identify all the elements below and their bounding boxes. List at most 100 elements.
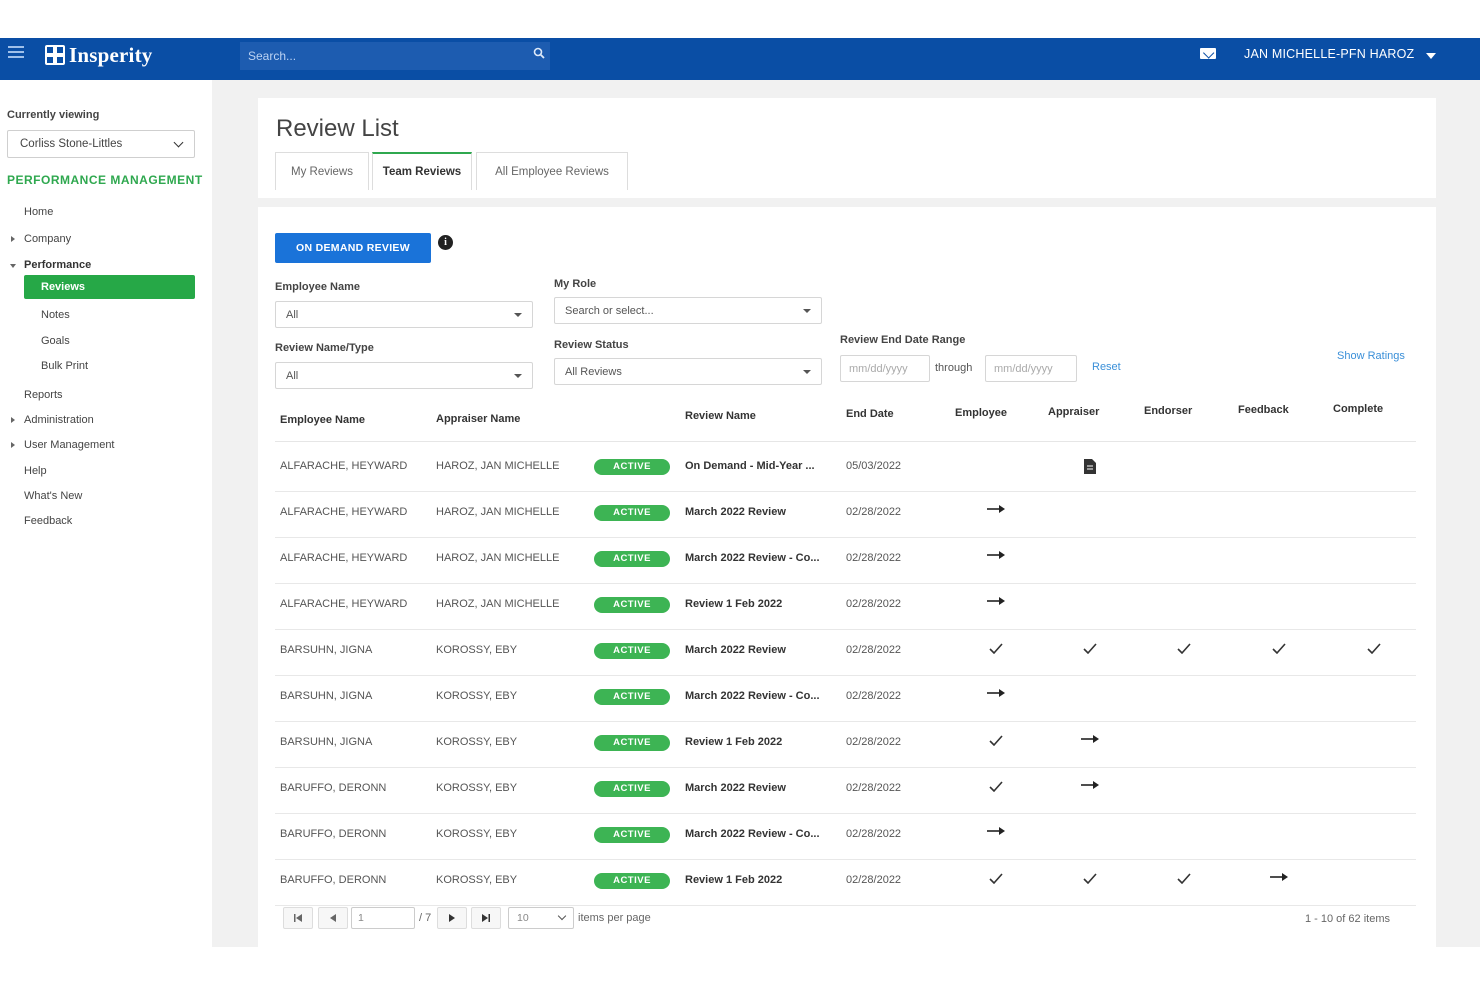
- sidebar-item-reports[interactable]: Reports: [24, 389, 63, 401]
- reset-link[interactable]: Reset: [1092, 361, 1121, 373]
- employee-step-arrow-icon[interactable]: [986, 501, 1006, 523]
- employee-name-filter-select[interactable]: All: [275, 301, 533, 328]
- sidebar-item-home[interactable]: Home: [24, 206, 53, 218]
- caret-right-icon[interactable]: [11, 442, 15, 448]
- appraiser-step-arrow-icon[interactable]: [1080, 731, 1100, 753]
- employee-step-arrow-icon[interactable]: [986, 823, 1006, 845]
- employee-name-cell[interactable]: BARSUHN, JIGNA: [280, 690, 372, 702]
- on-demand-review-button[interactable]: ON DEMAND REVIEW: [275, 233, 431, 263]
- table-row[interactable]: ALFARACHE, HEYWARD HAROZ, JAN MICHELLE ACT…: [275, 445, 1416, 492]
- appraiser-name-cell: HAROZ, JAN MICHELLE: [436, 598, 560, 610]
- last-page-button[interactable]: [471, 907, 501, 929]
- sidebar-item-goals[interactable]: Goals: [41, 335, 70, 347]
- review-name-link[interactable]: March 2022 Review: [685, 782, 786, 794]
- employee-name-cell[interactable]: ALFARACHE, HEYWARD: [280, 552, 407, 564]
- tab-all-employee-reviews[interactable]: All Employee Reviews: [476, 152, 628, 190]
- table-row[interactable]: BARUFFO, DERONN KOROSSY, EBY ACTIVE Review …: [275, 859, 1416, 906]
- info-icon[interactable]: i: [438, 235, 453, 250]
- review-name-link[interactable]: March 2022 Review: [685, 506, 786, 518]
- sidebar-item-user-management[interactable]: User Management: [24, 439, 115, 451]
- column-header-end-date[interactable]: End Date: [846, 408, 894, 420]
- review-name-type-filter-select[interactable]: All: [275, 362, 533, 389]
- review-status-filter-select[interactable]: All Reviews: [554, 358, 822, 385]
- date-to-input[interactable]: [985, 355, 1077, 382]
- sidebar-item-bulk-print[interactable]: Bulk Print: [41, 360, 88, 372]
- employee-name-cell[interactable]: BARSUHN, JIGNA: [280, 736, 372, 748]
- review-name-link[interactable]: March 2022 Review: [685, 644, 786, 656]
- insperity-logo[interactable]: Insperity: [45, 42, 152, 68]
- table-row[interactable]: BARSUHN, JIGNA KOROSSY, EBY ACTIVE March 20…: [275, 675, 1416, 722]
- dropdown-caret-icon: [514, 312, 522, 317]
- column-header-appraiser-name[interactable]: Appraiser Name: [436, 413, 520, 425]
- employee-name-cell[interactable]: ALFARACHE, HEYWARD: [280, 598, 407, 610]
- appraiser-name-cell: HAROZ, JAN MICHELLE: [436, 552, 560, 564]
- column-header-endorser-step[interactable]: Endorser: [1144, 405, 1192, 417]
- review-name-link[interactable]: Review 1 Feb 2022: [685, 874, 782, 886]
- table-row[interactable]: BARSUHN, JIGNA KOROSSY, EBY ACTIVE Review 1…: [275, 721, 1416, 768]
- column-header-appraiser-step[interactable]: Appraiser: [1048, 406, 1099, 418]
- employee-step-arrow-icon[interactable]: [986, 593, 1006, 615]
- employee-name-cell[interactable]: BARUFFO, DERONN: [280, 782, 386, 794]
- end-date-cell: 02/28/2022: [846, 782, 902, 794]
- caret-down-icon[interactable]: [10, 264, 16, 268]
- appraiser-step-document-icon[interactable]: [1080, 455, 1100, 477]
- table-row[interactable]: ALFARACHE, HEYWARD HAROZ, JAN MICHELLE ACT…: [275, 537, 1416, 584]
- sidebar-item-help[interactable]: Help: [24, 465, 47, 477]
- tab-team-reviews[interactable]: Team Reviews: [372, 152, 472, 190]
- table-row[interactable]: ALFARACHE, HEYWARD HAROZ, JAN MICHELLE ACT…: [275, 491, 1416, 538]
- end-date-cell: 02/28/2022: [846, 552, 902, 564]
- column-header-employee-name[interactable]: Employee Name: [280, 414, 365, 426]
- employee-step-arrow-icon[interactable]: [986, 685, 1006, 707]
- employee-name-cell[interactable]: BARSUHN, JIGNA: [280, 644, 372, 656]
- sidebar-item-performance[interactable]: Performance: [24, 259, 91, 271]
- review-name-link[interactable]: March 2022 Review - Co...: [685, 552, 820, 564]
- search-icon[interactable]: [533, 47, 545, 59]
- previous-page-button[interactable]: [318, 907, 348, 929]
- sidebar-item-administration[interactable]: Administration: [24, 414, 94, 426]
- mail-icon[interactable]: [1200, 48, 1216, 59]
- review-status-filter-label: Review Status: [554, 339, 629, 351]
- review-name-link[interactable]: March 2022 Review - Co...: [685, 690, 820, 702]
- employee-name-cell[interactable]: BARUFFO, DERONN: [280, 828, 386, 840]
- caret-right-icon[interactable]: [11, 236, 15, 242]
- employee-name-cell[interactable]: BARUFFO, DERONN: [280, 874, 386, 886]
- table-row[interactable]: ALFARACHE, HEYWARD HAROZ, JAN MICHELLE ACT…: [275, 583, 1416, 630]
- sidebar-item-reviews[interactable]: Reviews: [24, 275, 195, 299]
- column-header-complete-step[interactable]: Complete: [1333, 403, 1383, 415]
- hamburger-menu-icon[interactable]: [8, 46, 24, 60]
- column-header-employee-step[interactable]: Employee: [955, 407, 1007, 419]
- status-badge: ACTIVE: [594, 827, 670, 843]
- review-name-link[interactable]: On Demand - Mid-Year ...: [685, 460, 815, 472]
- status-badge: ACTIVE: [594, 873, 670, 889]
- table-row[interactable]: BARSUHN, JIGNA KOROSSY, EBY ACTIVE March 20…: [275, 629, 1416, 676]
- my-role-filter-select[interactable]: Search or select...: [554, 297, 822, 324]
- first-page-button[interactable]: [283, 907, 313, 929]
- show-ratings-link[interactable]: Show Ratings: [1337, 350, 1405, 362]
- table-row[interactable]: BARUFFO, DERONN KOROSSY, EBY ACTIVE March 2…: [275, 767, 1416, 814]
- sidebar-item-notes[interactable]: Notes: [41, 309, 70, 321]
- sidebar-item-feedback[interactable]: Feedback: [24, 515, 72, 527]
- date-from-input[interactable]: [840, 355, 930, 382]
- items-per-page-select[interactable]: 10: [508, 907, 574, 929]
- review-name-link[interactable]: Review 1 Feb 2022: [685, 598, 782, 610]
- employee-name-cell[interactable]: ALFARACHE, HEYWARD: [280, 506, 407, 518]
- employee-step-arrow-icon[interactable]: [986, 547, 1006, 569]
- next-page-button[interactable]: [437, 907, 467, 929]
- user-menu-caret-icon[interactable]: [1426, 53, 1436, 59]
- page-number-input[interactable]: [351, 907, 415, 929]
- column-header-feedback-step[interactable]: Feedback: [1238, 404, 1289, 416]
- appraiser-step-arrow-icon[interactable]: [1080, 777, 1100, 799]
- feedback-step-arrow-icon[interactable]: [1269, 869, 1289, 891]
- column-header-review-name[interactable]: Review Name: [685, 410, 756, 422]
- user-menu-name[interactable]: JAN MICHELLE-PFN HAROZ: [1244, 47, 1414, 61]
- tab-my-reviews[interactable]: My Reviews: [275, 152, 369, 190]
- review-name-link[interactable]: March 2022 Review - Co...: [685, 828, 820, 840]
- caret-right-icon[interactable]: [11, 417, 15, 423]
- employee-name-cell[interactable]: ALFARACHE, HEYWARD: [280, 460, 407, 472]
- sidebar-item-whats-new[interactable]: What's New: [24, 490, 82, 502]
- sidebar-item-company[interactable]: Company: [24, 233, 71, 245]
- review-name-link[interactable]: Review 1 Feb 2022: [685, 736, 782, 748]
- currently-viewing-select[interactable]: Corliss Stone-Littles: [7, 130, 195, 158]
- table-row[interactable]: BARUFFO, DERONN KOROSSY, EBY ACTIVE March 2…: [275, 813, 1416, 860]
- global-search-input[interactable]: [240, 42, 550, 70]
